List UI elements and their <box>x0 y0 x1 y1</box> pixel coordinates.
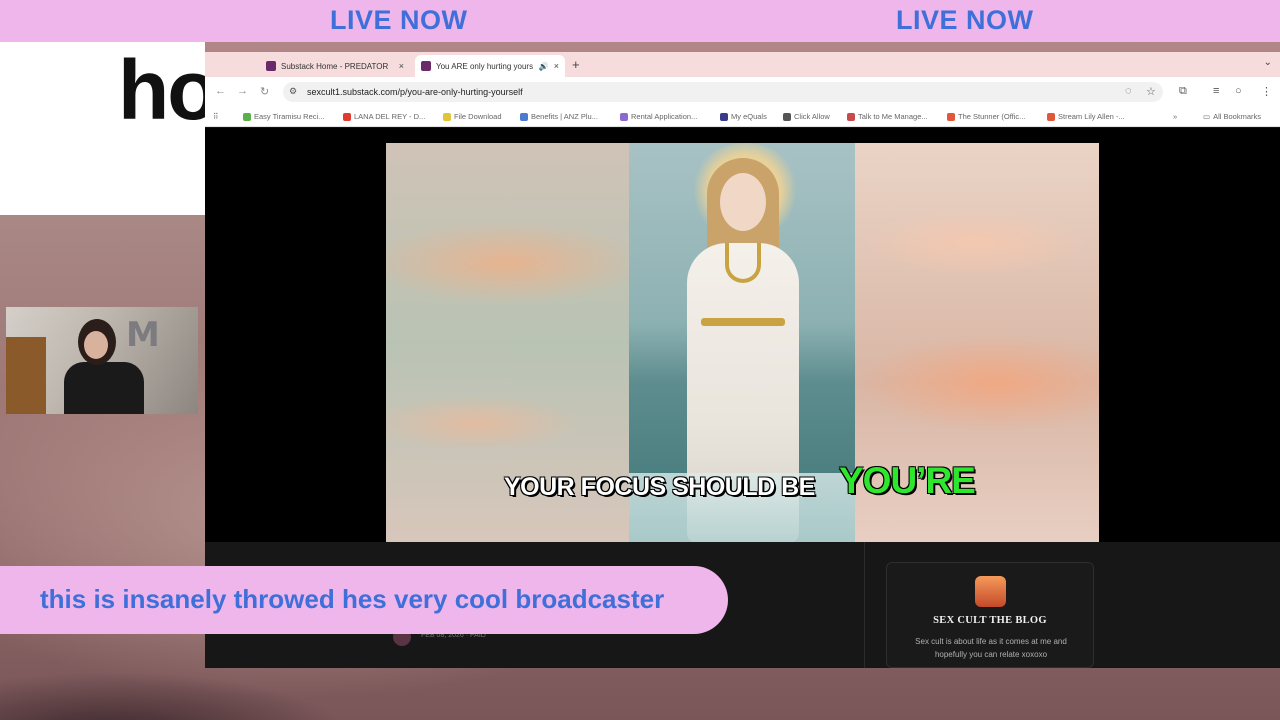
chat-message: this is insanely throwed hes very cool b… <box>40 584 665 614</box>
divider <box>864 542 865 668</box>
forward-icon[interactable]: → <box>237 85 248 97</box>
tab-active-post[interactable]: You ARE only hurting yours 🔊 × <box>415 55 565 77</box>
blog-description: Sex cult is about life as it comes at me… <box>915 637 1067 659</box>
tab-substack-home[interactable]: Substack Home - PREDATOR × <box>260 55 410 77</box>
live-label-left: LIVE NOW <box>330 5 468 35</box>
close-tab-icon[interactable]: × <box>554 61 559 71</box>
bookmark-item[interactable]: Rental Application... <box>620 112 697 121</box>
reload-icon[interactable]: ↻ <box>260 85 269 98</box>
bookmarks-bar: ⠿ Easy Tiramisu Reci... LANA DEL REY - D… <box>205 107 1280 127</box>
bookmark-item[interactable]: The Stunner (Offic... <box>947 112 1025 121</box>
address-bar: ← → ↻ ⚙ sexcult1.substack.com/p/you-are-… <box>205 77 1280 107</box>
bookmark-item[interactable]: File Download <box>443 112 502 121</box>
tab-bar: Substack Home - PREDATOR × You ARE only … <box>205 52 1280 77</box>
webcam-overlay: M <box>6 307 198 414</box>
bookmark-item[interactable]: Benefits | ANZ Plu... <box>520 112 598 121</box>
tab-search-icon[interactable]: ⌄ <box>1264 57 1272 68</box>
bookmark-item[interactable]: Click Allow <box>783 112 830 121</box>
webcam-wall-logo: M <box>126 315 160 355</box>
tab-label: You ARE only hurting yours <box>436 61 534 71</box>
bookmark-item[interactable]: Stream Lily Allen -... <box>1047 112 1125 121</box>
webcam-door <box>6 337 46 414</box>
more-bookmarks-icon[interactable]: » <box>1173 112 1177 121</box>
menu-icon[interactable]: ⋮ <box>1261 85 1272 98</box>
substack-favicon-icon <box>266 61 276 71</box>
bookmark-item[interactable]: My eQuals <box>720 112 767 121</box>
folder-icon: ▭ <box>1203 112 1211 121</box>
figure-belt <box>701 318 785 326</box>
speaker-icon[interactable]: 🔊 <box>539 62 549 71</box>
all-bookmarks[interactable]: ▭ All Bookmarks <box>1203 112 1261 121</box>
blog-name[interactable]: SEX CULT THE BLOG <box>887 615 1093 626</box>
chat-message-overlay: this is insanely throwed hes very cool b… <box>0 566 728 634</box>
extensions-icon[interactable]: ⧉ <box>1179 85 1187 98</box>
figure-necklace <box>725 243 761 283</box>
bookmark-item[interactable]: Easy Tiramisu Reci... <box>243 112 324 121</box>
new-tab-button[interactable]: + <box>572 57 580 72</box>
profile-icon[interactable]: ○ <box>1235 85 1242 97</box>
url-text[interactable]: sexcult1.substack.com/p/you-are-only-hur… <box>307 87 523 97</box>
close-tab-icon[interactable]: × <box>399 61 404 71</box>
webcam-person-face <box>84 331 108 359</box>
eye-off-icon[interactable]: ◌ <box>1125 85 1132 97</box>
live-label-right: LIVE NOW <box>896 5 1034 35</box>
background-text: ho <box>118 43 219 137</box>
figure-face <box>720 173 766 231</box>
bookmark-item[interactable]: Talk to Me Manage... <box>847 112 928 121</box>
webcam-person-body <box>64 362 144 414</box>
substack-favicon-icon <box>421 61 431 71</box>
video-caption-highlight: YOU’RE <box>839 460 976 501</box>
live-banner: LIVE NOW LIVE NOW <box>0 0 1280 42</box>
bookmark-item[interactable]: LANA DEL REY - D... <box>343 112 425 121</box>
cast-icon[interactable]: ≡ <box>1213 85 1219 97</box>
site-info-icon[interactable]: ⚙ <box>289 86 297 97</box>
back-icon[interactable]: ← <box>215 85 226 97</box>
apps-grid-icon[interactable]: ⠿ <box>213 112 219 121</box>
blog-card[interactable]: SEX CULT THE BLOG Sex cult is about life… <box>886 562 1094 668</box>
video-player[interactable]: YOUR FOCUS SHOULD BE YOU’RE <box>386 143 1099 542</box>
video-caption: YOUR FOCUS SHOULD BE <box>504 473 815 501</box>
tab-label: Substack Home - PREDATOR <box>281 61 389 71</box>
bookmark-star-icon[interactable]: ☆ <box>1146 85 1156 98</box>
url-field[interactable]: ⚙ sexcult1.substack.com/p/you-are-only-h… <box>283 82 1163 102</box>
blog-logo <box>975 576 1006 607</box>
